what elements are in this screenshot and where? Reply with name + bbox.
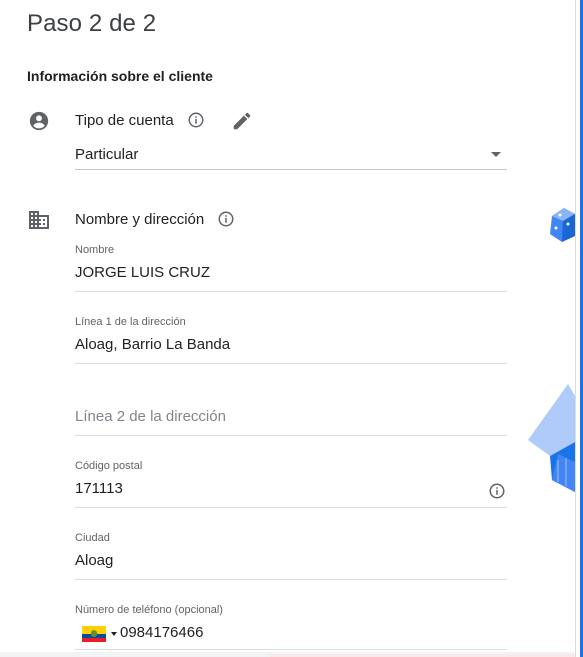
postal-code-value: 171113 — [75, 480, 123, 497]
address-line1-field[interactable]: Línea 1 de la dirección Aloag, Barrio La… — [75, 316, 507, 364]
phone-field[interactable]: Número de teléfono (opcional) 0984176466 — [75, 604, 507, 650]
page-title: Paso 2 de 2 — [27, 10, 157, 37]
country-dropdown-arrow-icon[interactable] — [111, 632, 117, 636]
postal-code-info-icon[interactable] — [488, 482, 506, 500]
name-address-label: Nombre y dirección — [75, 211, 205, 228]
phone-label: Número de teléfono (opcional) — [75, 604, 223, 616]
account-type-value: Particular — [75, 146, 139, 163]
city-label: Ciudad — [75, 532, 110, 544]
address-line1-value: Aloag, Barrio La Banda — [75, 336, 231, 353]
name-field-label: Nombre — [75, 244, 115, 256]
city-value: Aloag — [75, 552, 114, 569]
account-type-info-icon[interactable] — [187, 111, 205, 129]
billing-setup-page: Paso 2 de 2 Información sobre el cliente… — [0, 0, 583, 657]
address-line1-label: Línea 1 de la dirección — [75, 316, 186, 328]
name-field[interactable]: Nombre JORGE LUIS CRUZ — [75, 244, 507, 292]
box-illustration — [528, 384, 575, 492]
bottom-divider — [0, 652, 575, 657]
section-title: Información sobre el cliente — [27, 68, 213, 84]
phone-value: 0984176466 — [120, 624, 204, 641]
city-field[interactable]: Ciudad Aloag — [75, 532, 507, 580]
name-address-info-icon[interactable] — [217, 210, 235, 228]
name-field-value: JORGE LUIS CRUZ — [75, 264, 211, 281]
account-type-label: Tipo de cuenta — [75, 112, 174, 129]
right-side-panel — [575, 0, 583, 657]
postal-code-label: Código postal — [75, 460, 143, 472]
gift-box-illustration — [550, 208, 575, 242]
account-type-select[interactable]: Particular — [75, 140, 507, 170]
building-icon — [29, 211, 49, 229]
ecuador-flag-icon[interactable] — [82, 626, 106, 642]
dropdown-arrow-icon — [491, 152, 501, 157]
address-line2-field[interactable]: Línea 2 de la dirección — [75, 388, 507, 436]
account-circle-icon — [29, 111, 49, 131]
customer-form-panel: Paso 2 de 2 Información sobre el cliente… — [0, 0, 575, 657]
postal-code-field[interactable]: Código postal 171113 — [75, 460, 507, 508]
pencil-icon[interactable] — [231, 110, 253, 132]
address-line2-placeholder: Línea 2 de la dirección — [75, 408, 226, 425]
